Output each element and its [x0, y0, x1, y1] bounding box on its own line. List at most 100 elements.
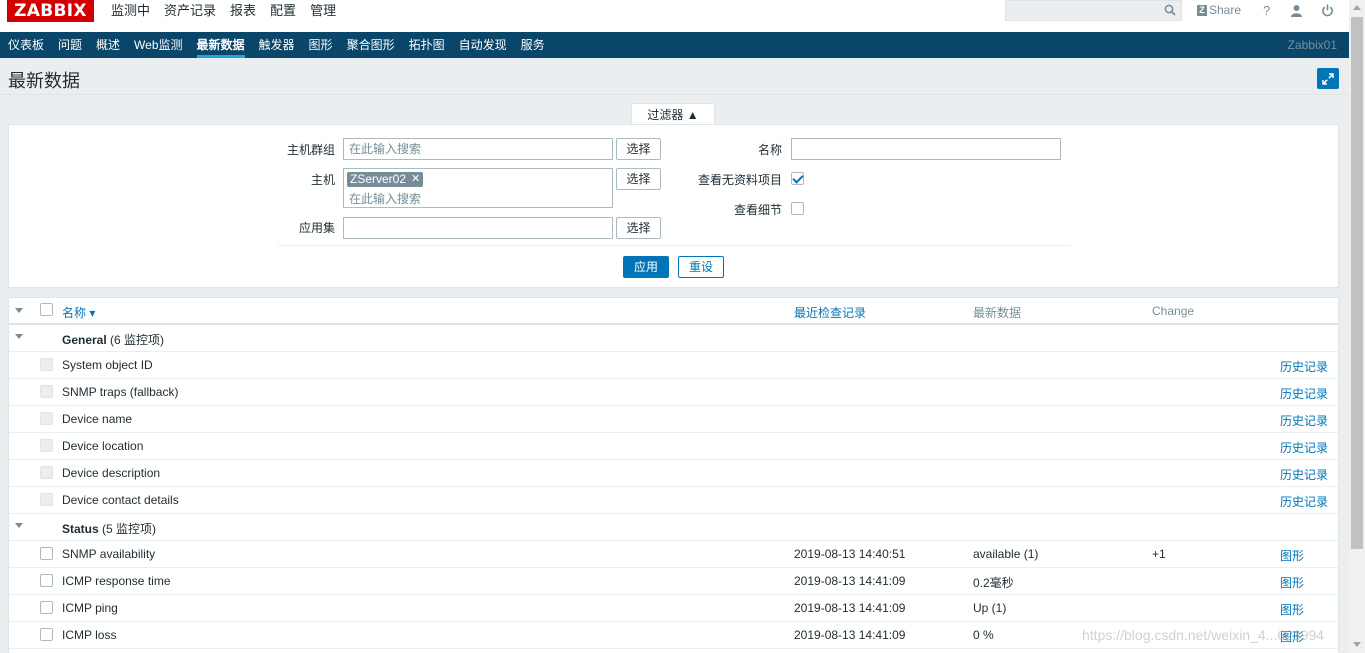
scroll-down-icon[interactable]	[1353, 642, 1361, 647]
reset-button[interactable]: 重设	[678, 256, 724, 278]
top-bar: ZABBIX 监测中 资产记录 报表 配置 管理 Z Share ?	[0, 0, 1349, 32]
top-menu-item[interactable]: 资产记录	[157, 0, 223, 22]
item-name: SNMP availability	[62, 547, 156, 561]
row-checkbox	[40, 385, 53, 398]
collapse-group-icon[interactable]	[15, 334, 23, 339]
table-header: 名称 ▾ 最近检查记录 最新数据 Change	[9, 298, 1338, 325]
fullscreen-button[interactable]	[1317, 68, 1339, 89]
sub-menu-item[interactable]: Web监测	[127, 32, 189, 58]
row-checkbox	[40, 439, 53, 452]
show-items-without-data-label: 查看无资料项目	[697, 173, 782, 187]
sub-menu-item[interactable]: 概述	[89, 32, 127, 58]
row-checkbox[interactable]	[40, 601, 53, 614]
show-details-checkbox[interactable]	[791, 202, 804, 215]
top-menu-item[interactable]: 监测中	[104, 0, 157, 22]
filter-divider	[278, 245, 1071, 246]
application-label: Status	[62, 522, 99, 536]
item-action-link[interactable]: 图形	[1280, 574, 1304, 591]
header-divider	[0, 94, 1349, 95]
global-search[interactable]	[1005, 0, 1182, 21]
application-select-button[interactable]: 选择	[616, 217, 661, 239]
table-row: ICMP ping 2019-08-13 14:41:09 Up (1) 图形	[9, 595, 1338, 622]
user-profile-icon[interactable]	[1290, 4, 1303, 20]
sign-out-icon[interactable]	[1321, 4, 1334, 20]
item-name: Device description	[62, 466, 161, 480]
name-input[interactable]	[791, 138, 1061, 160]
page-scrollbar[interactable]	[1349, 0, 1365, 653]
application-input[interactable]	[343, 217, 613, 239]
top-menu-item[interactable]: 配置	[263, 0, 303, 22]
table-row: Device name 历史记录	[9, 406, 1338, 433]
table-row: System object ID 历史记录	[9, 352, 1338, 379]
host-select-button[interactable]: 选择	[616, 168, 661, 190]
scrollbar-thumb[interactable]	[1351, 17, 1363, 549]
item-action-link[interactable]: 历史记录	[1280, 412, 1328, 429]
help-icon[interactable]: ?	[1263, 3, 1270, 18]
remove-tag-icon[interactable]: ✕	[411, 172, 420, 187]
host-tag-label: ZServer02	[350, 172, 407, 186]
host-group-label: 主机群组	[286, 143, 335, 157]
column-change: Change	[1152, 304, 1195, 318]
item-last-value: available (1)	[973, 547, 1039, 561]
scroll-up-icon[interactable]	[1353, 5, 1361, 10]
item-last-value: 0 %	[973, 628, 994, 642]
item-last-check: 2019-08-13 14:40:51	[794, 547, 906, 561]
fullscreen-icon	[1322, 72, 1334, 85]
row-checkbox	[40, 493, 53, 506]
zabbix-logo[interactable]: ZABBIX	[7, 0, 94, 22]
item-action-link[interactable]: 历史记录	[1280, 385, 1328, 402]
item-action-link[interactable]: 历史记录	[1280, 439, 1328, 456]
show-items-without-data-checkbox[interactable]	[791, 172, 804, 185]
apply-button[interactable]: 应用	[623, 256, 669, 278]
filter-tab[interactable]: 过滤器 ▲	[631, 103, 715, 125]
row-checkbox	[40, 466, 53, 479]
item-name: Device name	[62, 412, 133, 426]
show-details-label: 查看细节	[733, 203, 782, 217]
row-checkbox[interactable]	[40, 574, 53, 587]
host-label: 主机	[310, 173, 335, 187]
sub-menu-item[interactable]: 仪表板	[1, 32, 51, 58]
collapse-group-icon[interactable]	[15, 523, 23, 528]
application-label: 应用集	[298, 221, 335, 235]
share-label: Share	[1209, 3, 1242, 17]
top-menu-item[interactable]: 报表	[223, 0, 263, 22]
sub-navigation: 仪表板 问题 概述 Web监测 最新数据 触发器 图形 聚合图形 拓扑图 自动发现 服务 Zabbi…	[0, 32, 1349, 58]
sub-menu-item[interactable]: 服务	[514, 32, 552, 58]
item-action-link[interactable]: 图形	[1280, 601, 1304, 618]
sub-menu-item[interactable]: 问题	[51, 32, 89, 58]
watermark: https://blog.csdn.net/weixin_4...623994	[1082, 627, 1325, 643]
item-name: ICMP ping	[62, 601, 118, 615]
table-row: Device contact details 历史记录	[9, 487, 1338, 514]
search-icon[interactable]	[1164, 4, 1176, 19]
column-last-check[interactable]: 最近检查记录	[794, 304, 866, 321]
item-last-check: 2019-08-13 14:41:09	[794, 574, 906, 588]
top-menu-item[interactable]: 管理	[303, 0, 343, 22]
row-checkbox	[40, 358, 53, 371]
item-action-link[interactable]: 历史记录	[1280, 358, 1328, 375]
column-name[interactable]: 名称 ▾	[62, 304, 95, 321]
host-multiselect[interactable]: ZServer02 ✕ 在此输入搜索	[343, 168, 613, 208]
item-action-link[interactable]: 历史记录	[1280, 493, 1328, 510]
select-all-checkbox[interactable]	[40, 303, 53, 316]
application-name: General (6 监控项)	[62, 331, 164, 348]
host-search-input[interactable]: 在此输入搜索	[349, 190, 421, 207]
row-checkbox[interactable]	[40, 628, 53, 641]
table-row: Device description 历史记录	[9, 460, 1338, 487]
share-link[interactable]: Z Share	[1197, 3, 1241, 17]
sub-menu-item[interactable]: 聚合图形	[340, 32, 402, 58]
sub-menu-item[interactable]: 自动发现	[452, 32, 514, 58]
host-group-input[interactable]: 在此输入搜索	[343, 138, 613, 160]
sub-menu-item[interactable]: 图形	[302, 32, 340, 58]
sub-menu-item[interactable]: 拓扑图	[402, 32, 452, 58]
sub-menu-item[interactable]: 触发器	[252, 32, 302, 58]
collapse-all-icon[interactable]	[15, 308, 23, 313]
search-input[interactable]	[1006, 1, 1161, 20]
item-action-link[interactable]: 历史记录	[1280, 466, 1328, 483]
item-action-link[interactable]: 图形	[1280, 547, 1304, 564]
sub-menu-item[interactable]: 最新数据	[190, 32, 252, 58]
application-name: Status (5 监控项)	[62, 520, 156, 537]
name-label: 名称	[757, 143, 782, 157]
host-group-select-button[interactable]: 选择	[616, 138, 661, 160]
row-checkbox[interactable]	[40, 547, 53, 560]
item-name: ICMP response time	[62, 574, 171, 588]
